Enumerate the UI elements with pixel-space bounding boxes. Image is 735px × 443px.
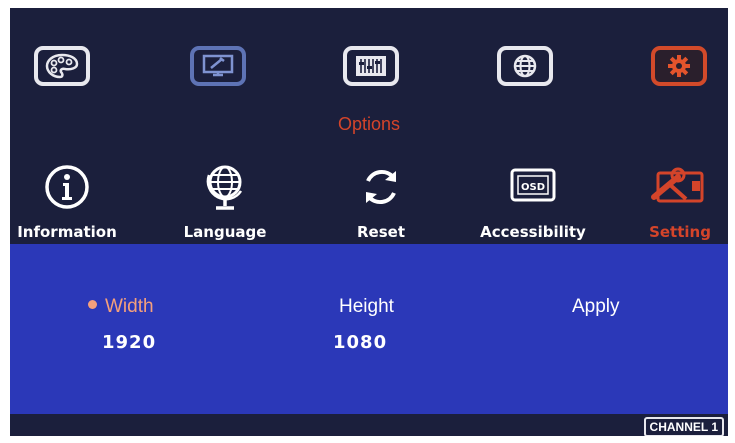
globe-stand-icon xyxy=(201,161,249,217)
reset-icon xyxy=(357,163,405,215)
osd-icon: OSD xyxy=(509,167,557,211)
palette-tile[interactable] xyxy=(34,46,90,86)
submenu-item-information[interactable]: Information xyxy=(10,163,124,241)
submenu-label: Language xyxy=(183,223,267,241)
sliders-icon xyxy=(353,53,389,79)
section-title: Options xyxy=(337,114,401,134)
gear-icon xyxy=(663,53,695,79)
setting-tile[interactable] xyxy=(651,46,707,86)
submenu-item-accessibility[interactable]: OSD Accessibility xyxy=(468,163,598,241)
submenu-label: Setting xyxy=(649,223,711,241)
info-icon xyxy=(43,163,91,215)
height-label: Height xyxy=(339,296,394,317)
language-tile[interactable] xyxy=(497,46,553,86)
selection-dot-icon xyxy=(88,300,97,310)
adjust-tile[interactable] xyxy=(343,46,399,86)
channel-badge: CHANNEL 1 xyxy=(643,417,724,436)
osd-screen: Options Information Language Reset OSD A… xyxy=(10,8,728,436)
width-label: Width xyxy=(105,296,154,317)
display-tile[interactable] xyxy=(190,46,246,86)
svg-text:OSD: OSD xyxy=(521,182,545,193)
submenu-label: Accessibility xyxy=(480,223,586,241)
submenu-label: Reset xyxy=(357,223,405,241)
submenu-item-language[interactable]: Language xyxy=(175,163,275,241)
apply-button[interactable]: Apply xyxy=(572,296,620,318)
submenu-item-setting[interactable]: Setting xyxy=(638,163,722,241)
height-value[interactable]: 1080 xyxy=(333,332,387,353)
palette-icon xyxy=(44,53,80,79)
width-value[interactable]: 1920 xyxy=(102,332,156,353)
width-option[interactable]: Width xyxy=(88,296,154,318)
status-bar: CHANNEL 1 xyxy=(10,414,728,436)
globe-icon xyxy=(507,53,543,79)
tools-icon xyxy=(648,163,712,215)
height-option[interactable]: Height xyxy=(339,296,394,318)
setting-panel: Width Height Apply 1920 1080 xyxy=(10,244,728,414)
monitor-tools-icon xyxy=(200,53,236,79)
submenu-label: Information xyxy=(17,223,117,241)
apply-label: Apply xyxy=(572,296,620,317)
submenu-item-reset[interactable]: Reset xyxy=(331,163,431,241)
category-bar xyxy=(10,8,728,118)
